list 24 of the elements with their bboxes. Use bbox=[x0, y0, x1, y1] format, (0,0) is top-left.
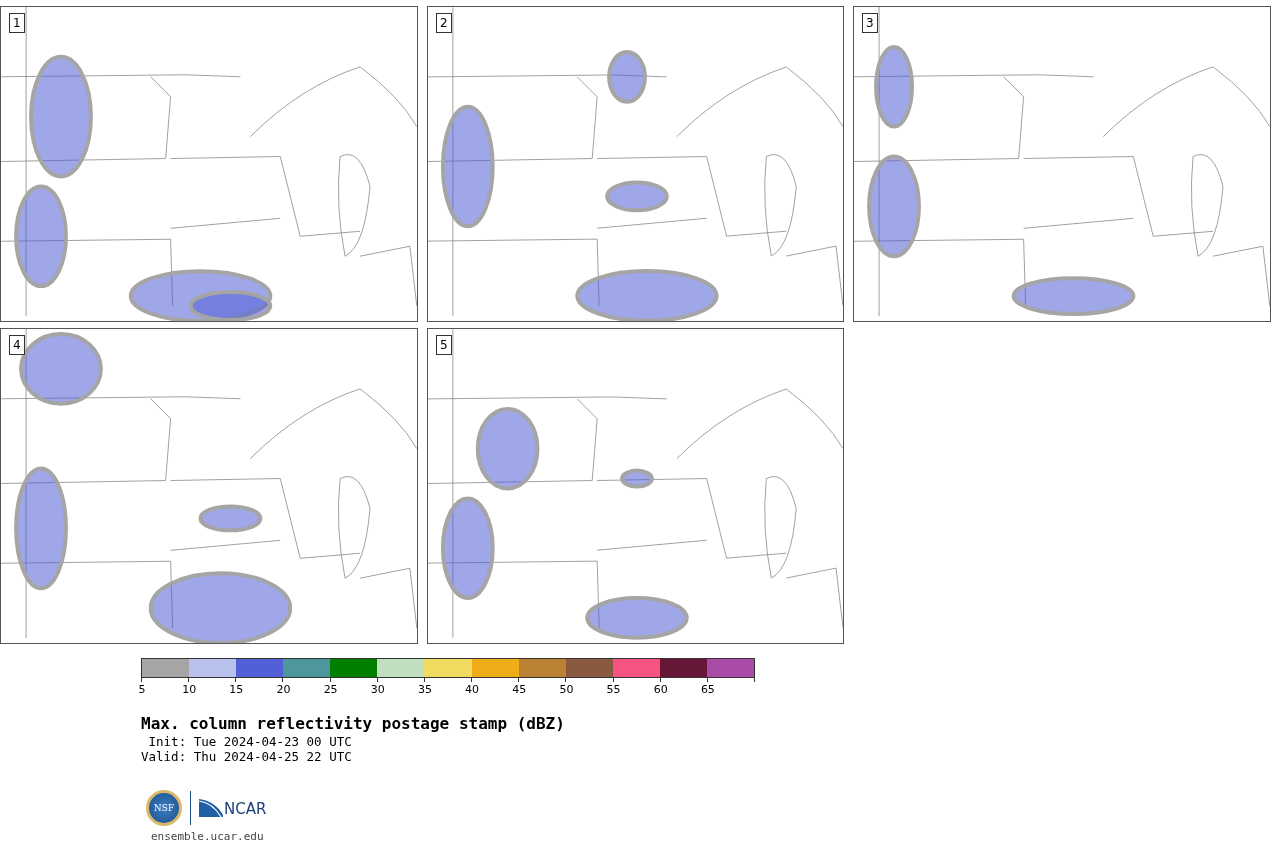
tick-label: 50 bbox=[559, 683, 574, 696]
tick-label: 45 bbox=[512, 683, 527, 696]
tick-label: 25 bbox=[323, 683, 338, 696]
chart-title: Max. column reflectivity postage stamp (dBZ) bbox=[141, 714, 566, 734]
valid-time: Valid: Thu 2024-04-25 22 UTC bbox=[141, 749, 353, 764]
tick-label: 10 bbox=[182, 683, 197, 696]
tick-label: 60 bbox=[653, 683, 668, 696]
panel-number: 5 bbox=[436, 335, 452, 355]
nsf-logo: NSF bbox=[146, 790, 182, 826]
ncar-logo: NCAR bbox=[199, 799, 267, 817]
tick-label: 30 bbox=[370, 683, 385, 696]
tick-label: 40 bbox=[465, 683, 480, 696]
tick-label: 5 bbox=[138, 683, 146, 696]
tick-label: 65 bbox=[700, 683, 715, 696]
tick-label: 55 bbox=[606, 683, 621, 696]
panel-number: 1 bbox=[9, 13, 25, 33]
panel-number: 3 bbox=[862, 13, 878, 33]
panel-number: 4 bbox=[9, 335, 25, 355]
tick-label: 20 bbox=[276, 683, 291, 696]
website-link[interactable]: ensemble.ucar.edu bbox=[151, 830, 1280, 843]
panel-number: 2 bbox=[436, 13, 452, 33]
tick-label: 35 bbox=[417, 683, 432, 696]
tick-label: 15 bbox=[229, 683, 244, 696]
init-time: Init: Tue 2024-04-23 00 UTC bbox=[147, 734, 353, 749]
